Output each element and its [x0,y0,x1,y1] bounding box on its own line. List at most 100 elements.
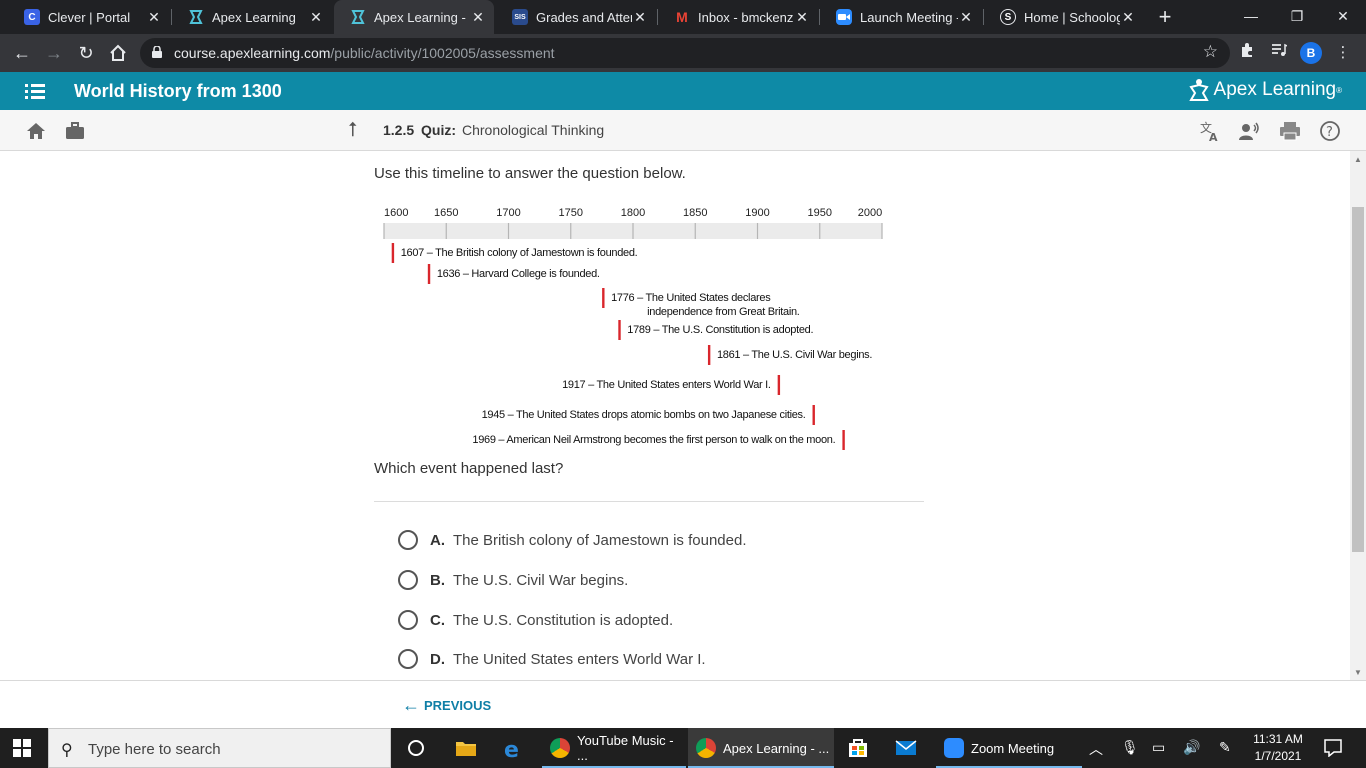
timeline-event-label: independence from Great Britain. [647,306,800,318]
file-explorer-icon[interactable] [454,736,478,760]
taskbar-search-box[interactable]: ⚲ Type here to search [48,728,391,768]
pen-icon[interactable]: ✎ [1219,739,1231,756]
activity-title: Chronological Thinking [462,122,605,138]
close-icon[interactable]: ✕ [958,9,974,26]
close-icon[interactable]: ✕ [146,9,162,26]
page-scrollbar[interactable]: ▲ ▼ [1350,151,1366,680]
quiz-footer: ← PREVIOUS [0,680,1366,728]
radio-button[interactable] [398,649,418,669]
choice-letter: A. [430,531,445,549]
battery-icon[interactable]: ▭ [1152,739,1165,756]
close-icon[interactable]: ✕ [308,9,324,26]
answer-choice-b[interactable]: B. The U.S. Civil War begins. [398,568,628,592]
forward-icon[interactable]: → [40,39,68,67]
timeline-event-marker [812,405,815,425]
answer-choice-a[interactable]: A. The British colony of Jamestown is fo… [398,528,746,552]
timeline-tick-label: 1950 [808,207,832,219]
print-icon[interactable] [1279,120,1301,142]
new-tab-icon[interactable]: + [1152,4,1178,30]
timeline-chart: 1600 1650 1700 1750 1800 1850 1900 1950 2000 1607… [383,207,883,450]
tab-title: Launch Meeting - [860,9,958,25]
choice-text: The U.S. Constitution is adopted. [453,611,674,629]
notification-center-icon[interactable] [1323,737,1343,757]
radio-button[interactable] [398,530,418,550]
timeline-event-label: 1861 – The U.S. Civil War begins. [717,349,872,361]
clever-icon: C [24,9,40,25]
browser-tab-strip: C Clever | Portal ✕ Apex Learning ✕ Apex… [0,0,1366,34]
microsoft-store-icon[interactable] [846,736,870,760]
chrome-icon [550,738,570,758]
bookmark-star-icon[interactable]: ☆ [1203,42,1218,62]
close-icon[interactable]: ✕ [794,9,810,26]
arrow-left-icon: ← [402,695,420,715]
tray-overflow-icon[interactable]: ︿ [1089,739,1103,759]
volume-icon[interactable]: 🔊 [1183,739,1200,756]
radio-button[interactable] [398,610,418,630]
back-icon[interactable]: ← [8,39,36,67]
search-placeholder: Type here to search [88,741,221,758]
close-icon[interactable]: ✕ [1120,9,1136,26]
home-icon[interactable] [25,120,47,142]
scrollbar-thumb[interactable] [1352,207,1364,552]
tab-apex-learning-active[interactable]: Apex Learning - Co ✕ [334,0,494,34]
tab-title: Clever | Portal [48,9,131,25]
previous-label: PREVIOUS [424,698,492,713]
timeline-event-marker [391,243,395,263]
previous-button[interactable]: ← PREVIOUS [402,695,491,716]
help-icon[interactable]: ? [1319,120,1341,142]
mail-icon[interactable] [894,736,918,760]
timeline-tick-label: 1650 [434,207,458,219]
tab-apex-learning[interactable]: Apex Learning ✕ [172,0,332,34]
tab-gmail-inbox[interactable]: M Inbox - bmckenzie ✕ [658,0,818,34]
tab-grades-and-attendance[interactable]: SIS Grades and Attend ✕ [496,0,656,34]
scroll-up-icon[interactable]: ▲ [1354,155,1362,164]
url-text: course.apexlearning.com/public/activity/… [174,45,555,61]
edge-icon[interactable]: e [502,736,526,760]
tab-launch-meeting[interactable]: Launch Meeting - ✕ [820,0,982,34]
scroll-down-icon[interactable]: ▼ [1354,668,1362,677]
window-close-icon[interactable]: ✕ [1320,0,1366,34]
task-view-icon[interactable] [404,736,428,760]
choice-letter: D. [430,650,445,668]
timeline-tick-label: 1800 [621,207,645,219]
timeline-event-label: 1636 – Harvard College is founded. [437,268,600,280]
address-bar[interactable]: course.apexlearning.com/public/activity/… [140,38,1230,68]
timeline-event-marker [618,320,621,340]
tab-title: Inbox - bmckenzie [698,9,794,25]
extensions-puzzle-icon[interactable] [1236,42,1258,64]
translate-icon[interactable]: 文 A [1199,120,1221,142]
clock-date: 1/7/2021 [1254,749,1302,763]
profile-avatar[interactable]: B [1300,42,1322,64]
media-control-icon[interactable] [1268,42,1290,64]
taskbar-app-zoom-meeting[interactable]: Zoom Meeting [936,728,1082,768]
close-icon[interactable]: ✕ [632,9,648,26]
course-menu-icon[interactable] [25,82,45,100]
answer-choice-d[interactable]: D. The United States enters World War I. [398,647,706,671]
timeline-tick-label: 1700 [496,207,520,219]
apex-header: World History from 1300 Apex Learning ® [0,72,1366,110]
windows-start-icon[interactable] [13,739,31,757]
timeline-tick-label: 1850 [683,207,707,219]
reload-icon[interactable]: ↻ [72,39,100,67]
taskbar-app-youtube-music[interactable]: YouTube Music - ... [542,728,686,768]
taskbar-app-apex-learning[interactable]: Apex Learning - ... [688,728,834,768]
timeline-event-label: 1917 – The United States enters World Wa… [562,379,771,391]
taskbar-clock[interactable]: 11:31 AM 1/7/2021 [1248,731,1308,765]
home-icon[interactable] [104,39,132,67]
activity-kind: Quiz: [421,122,456,138]
tab-schoology[interactable]: S Home | Schoology ✕ [984,0,1144,34]
restore-icon[interactable]: ❐ [1274,0,1320,34]
briefcase-icon[interactable] [64,120,86,142]
up-arrow-icon[interactable]: ⭡ [348,119,357,142]
answer-choice-c[interactable]: C. The U.S. Constitution is adopted. [398,608,673,632]
minimize-icon[interactable]: — [1228,0,1274,34]
text-to-speech-icon[interactable] [1238,120,1260,142]
tab-title: Grades and Attend [536,9,632,25]
chrome-menu-icon[interactable]: ⋮ [1332,42,1354,64]
radio-button[interactable] [398,570,418,590]
timeline-event-marker [777,375,781,395]
microphone-icon[interactable]: 🎙 [1121,739,1139,756]
close-icon[interactable]: ✕ [470,9,486,26]
tab-clever[interactable]: C Clever | Portal ✕ [8,0,170,34]
timeline-event-label: 1607 – The British colony of Jamestown i… [401,247,638,259]
